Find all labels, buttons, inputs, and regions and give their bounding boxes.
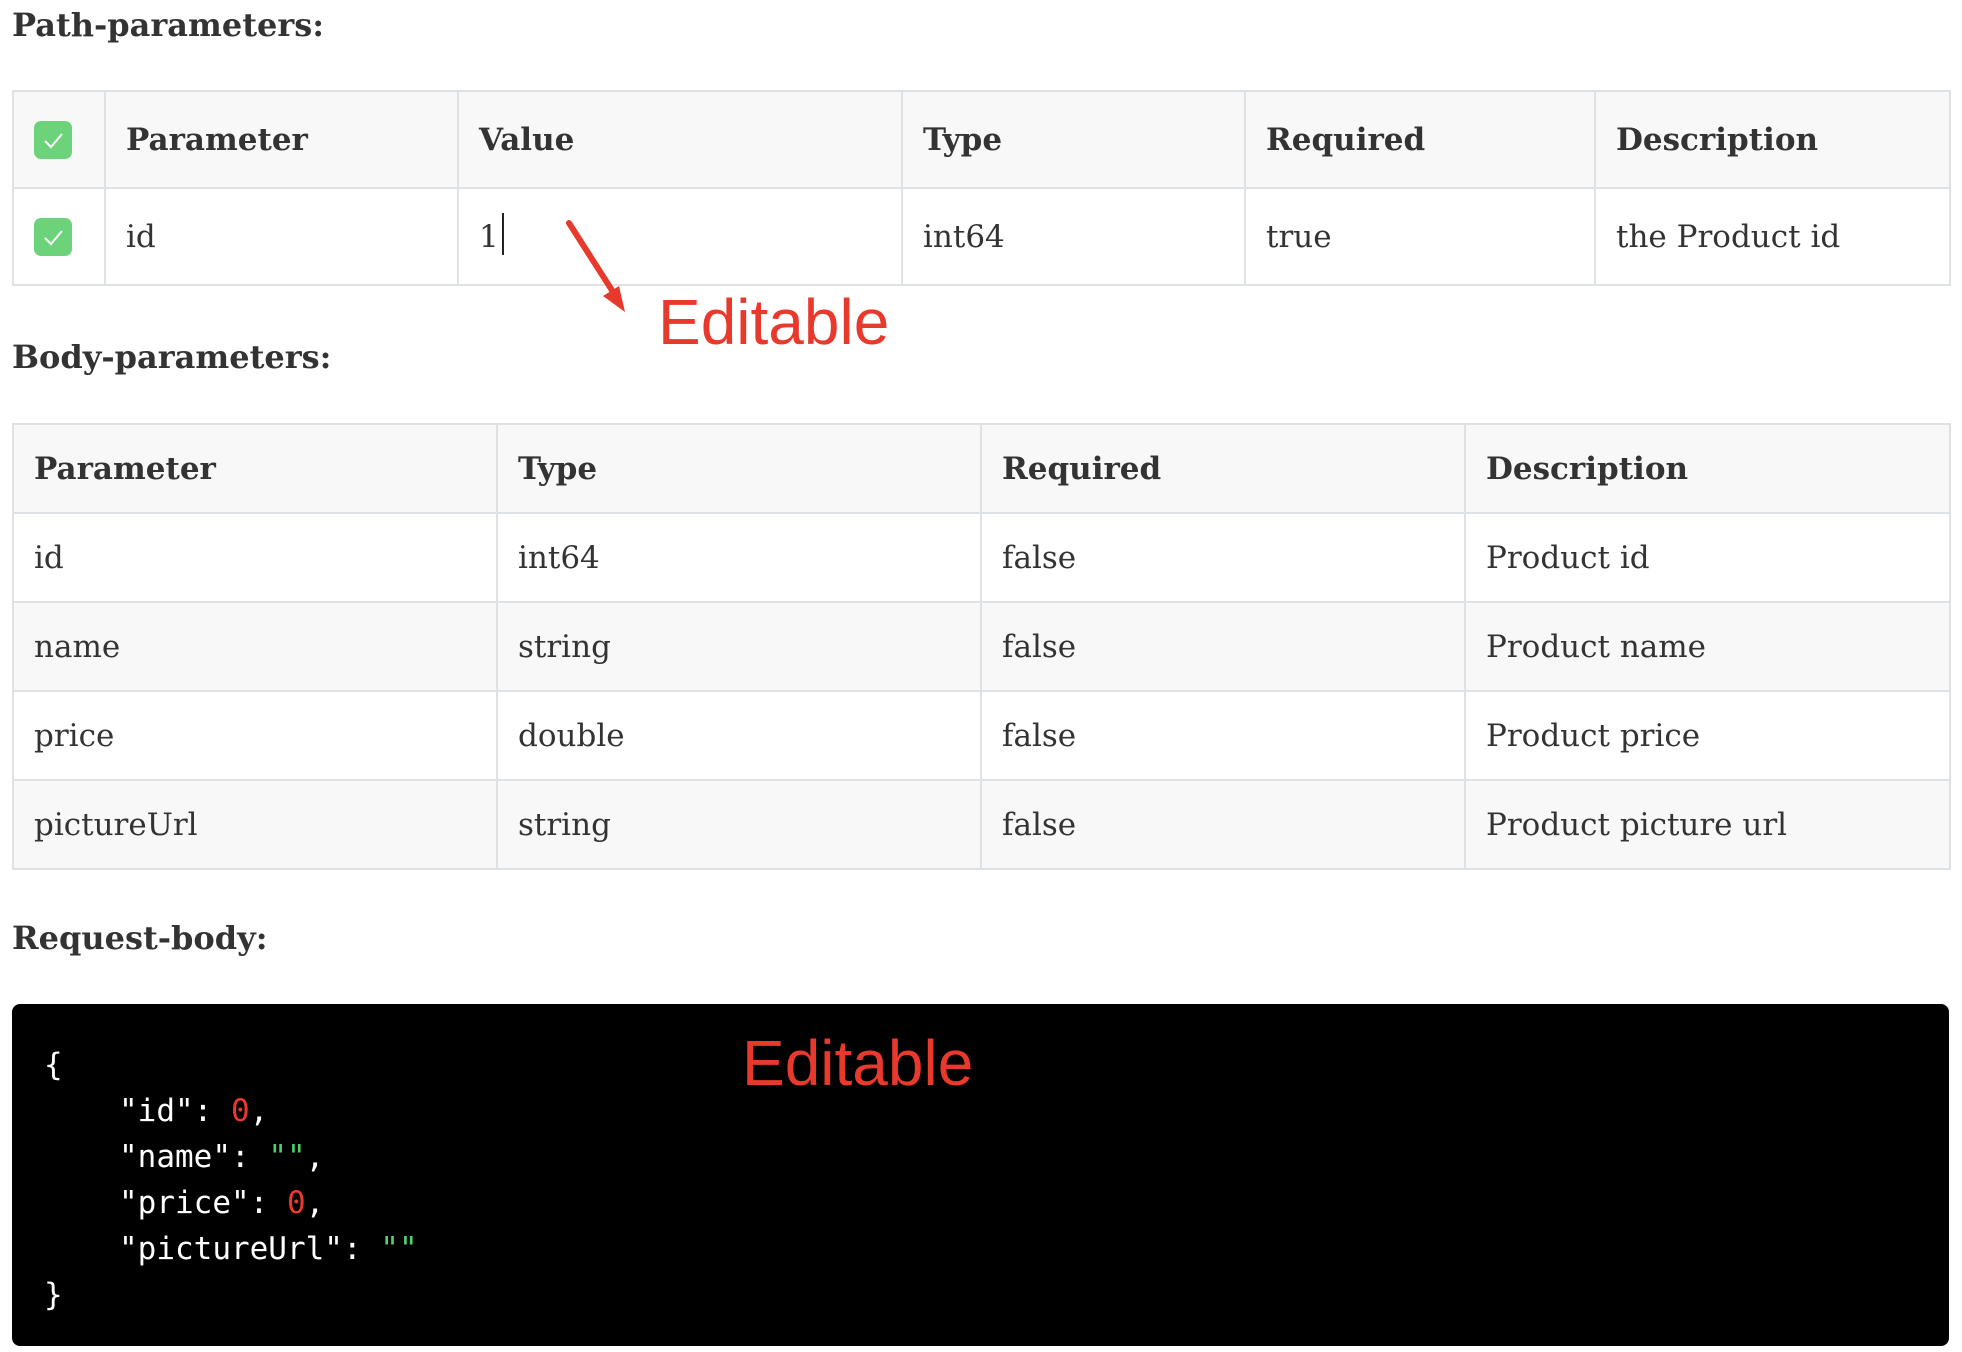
code-line: { <box>44 1042 1949 1088</box>
parameter-value-cell[interactable] <box>457 187 903 286</box>
parameter-name-cell: name <box>12 601 498 692</box>
annotation-arrow-icon <box>566 220 625 312</box>
column-header-parameter: Parameter <box>104 90 459 189</box>
check-icon <box>44 230 63 246</box>
json-key: "name" <box>119 1139 231 1175</box>
code-brace-close: } <box>44 1277 63 1313</box>
parameter-name-cell: pictureUrl <box>12 779 498 870</box>
body-table-header-row: Parameter Type Required Description <box>12 423 1951 514</box>
column-header-type: Type <box>496 423 982 514</box>
parameter-name-cell: id <box>12 512 498 603</box>
column-header-description: Description <box>1594 90 1951 189</box>
parameter-required-cell: false <box>980 690 1466 781</box>
parameter-description-cell: Product price <box>1464 690 1951 781</box>
parameter-description-cell: Product id <box>1464 512 1951 603</box>
table-row: name string false Product name <box>12 601 1951 692</box>
code-brace-open: { <box>44 1047 63 1083</box>
json-value: "" <box>380 1231 418 1267</box>
path-parameters-heading: Path-parameters: <box>12 6 325 44</box>
parameter-type-cell: int64 <box>901 187 1246 286</box>
check-icon <box>44 133 63 149</box>
json-value: "" <box>268 1139 306 1175</box>
parameter-name-cell: price <box>12 690 498 781</box>
json-value: 0 <box>230 1093 250 1129</box>
request-body-heading: Request-body: <box>12 919 268 957</box>
parameter-description-cell: the Product id <box>1594 187 1951 286</box>
code-line: } <box>44 1272 1949 1318</box>
table-row: price double false Product price <box>12 690 1951 781</box>
select-all-checkbox[interactable] <box>34 120 72 159</box>
request-body-editor[interactable]: { "id": 0, "name": "", "price": 0, "pict… <box>12 1004 1949 1346</box>
json-key: "price" <box>119 1185 250 1221</box>
value-editable-annotation: Editable <box>658 286 890 358</box>
parameter-required-cell: false <box>980 601 1466 692</box>
table-row: id int64 true the Product id <box>12 187 1951 286</box>
text-cursor <box>502 213 504 255</box>
table-row: id int64 false Product id <box>12 512 1951 603</box>
json-value: 0 <box>286 1185 306 1221</box>
code-line: "id": 0, <box>119 1093 269 1129</box>
parameter-description-cell: Product picture url <box>1464 779 1951 870</box>
path-table-header-row: Parameter Value Type Required Descriptio… <box>12 90 1951 189</box>
body-parameters-table: Parameter Type Required Description id i… <box>12 423 1951 870</box>
parameter-value-input[interactable] <box>479 218 881 255</box>
table-row: pictureUrl string false Product picture … <box>12 779 1951 870</box>
parameter-type-cell: int64 <box>496 512 982 603</box>
json-key: "id" <box>119 1093 194 1129</box>
code-line: "price": 0, <box>119 1185 325 1221</box>
parameter-required-cell: true <box>1244 187 1596 286</box>
parameter-name-cell: id <box>104 187 459 286</box>
body-parameters-heading: Body-parameters: <box>12 338 332 376</box>
select-all-checkbox-cell[interactable] <box>12 90 106 189</box>
json-comma: , <box>249 1093 269 1129</box>
column-header-value: Value <box>457 90 903 189</box>
column-header-type: Type <box>901 90 1246 189</box>
code-line: "name": "", <box>119 1139 325 1175</box>
column-header-required: Required <box>980 423 1466 514</box>
parameter-required-cell: false <box>980 779 1466 870</box>
parameter-required-cell: false <box>980 512 1466 603</box>
json-key: "pictureUrl" <box>119 1231 343 1267</box>
json-comma: , <box>305 1139 325 1175</box>
body-editable-annotation: Editable <box>742 1027 974 1099</box>
code-line: "pictureUrl": "" <box>119 1231 418 1267</box>
parameter-type-cell: string <box>496 779 982 870</box>
column-header-description: Description <box>1464 423 1951 514</box>
path-parameters-table: Parameter Value Type Required Descriptio… <box>12 90 1951 286</box>
row-checkbox[interactable] <box>34 217 72 256</box>
row-checkbox-cell[interactable] <box>12 187 106 286</box>
column-header-required: Required <box>1244 90 1596 189</box>
json-comma: , <box>305 1185 325 1221</box>
column-header-parameter: Parameter <box>12 423 498 514</box>
parameter-description-cell: Product name <box>1464 601 1951 692</box>
parameter-type-cell: double <box>496 690 982 781</box>
parameter-type-cell: string <box>496 601 982 692</box>
